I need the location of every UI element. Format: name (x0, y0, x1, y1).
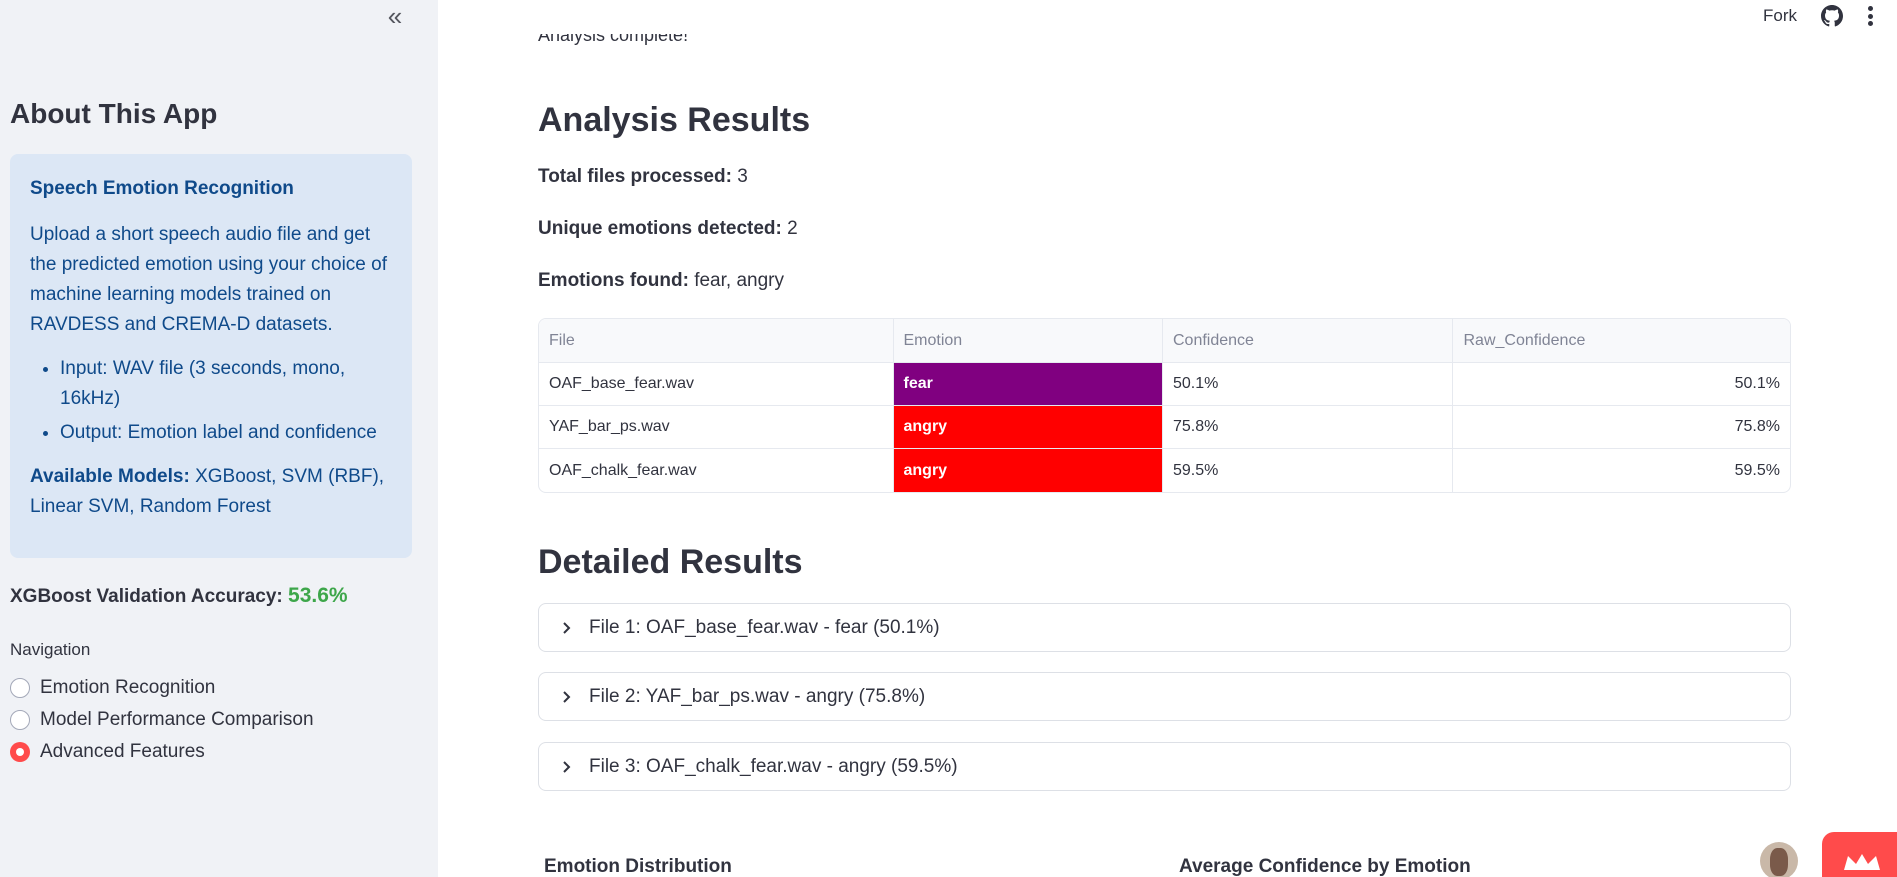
emotions-found-stat: Emotions found: fear, angry (538, 270, 784, 291)
nav-radio-advanced-features[interactable]: Advanced Features (10, 736, 314, 768)
avg-confidence-heading: Average Confidence by Emotion (1179, 856, 1471, 877)
top-toolbar: Fork (1763, 0, 1897, 32)
nav-radio-label: Model Performance Comparison (40, 709, 314, 730)
info-bullet-input: Input: WAV file (3 seconds, mono, 16kHz) (60, 354, 392, 414)
chevron-right-icon (563, 621, 571, 634)
info-bullet-output: Output: Emotion label and confidence (60, 418, 392, 448)
table-row: YAF_bar_ps.wav angry 75.8% 75.8% (539, 406, 1790, 449)
navigation-radio-group: Emotion Recognition Model Performance Co… (10, 672, 314, 768)
cell-raw-confidence[interactable]: 75.8% (1453, 406, 1790, 449)
nav-radio-label: Advanced Features (40, 741, 205, 762)
chevron-right-icon (563, 690, 571, 703)
cell-raw-confidence[interactable]: 50.1% (1453, 363, 1790, 406)
expander-label: File 1: OAF_base_fear.wav - fear (50.1%) (589, 616, 940, 638)
expander-label: File 3: OAF_chalk_fear.wav - angry (59.5… (589, 755, 958, 777)
unique-emotions-stat: Unique emotions detected: 2 (538, 218, 798, 239)
cell-confidence[interactable]: 75.8% (1162, 406, 1454, 449)
status-message: Analysis complete! (538, 34, 689, 45)
nav-radio-label: Emotion Recognition (40, 677, 216, 698)
cell-emotion[interactable]: angry (893, 406, 1163, 449)
crown-icon (1844, 854, 1880, 870)
expander-file-2[interactable]: File 2: YAF_bar_ps.wav - angry (75.8%) (538, 672, 1791, 721)
chevron-right-icon (563, 760, 571, 773)
info-models: Available Models: XGBoost, SVM (RBF), Li… (30, 462, 392, 522)
nav-radio-emotion-recognition[interactable]: Emotion Recognition (10, 672, 314, 704)
radio-unselected-icon[interactable] (10, 710, 30, 730)
cell-confidence[interactable]: 59.5% (1163, 449, 1454, 492)
table-row: OAF_base_fear.wav fear 50.1% 50.1% (539, 363, 1790, 406)
table-header-row: File Emotion Confidence Raw_Confidence (539, 319, 1790, 363)
fork-button[interactable]: Fork (1763, 6, 1797, 26)
cell-confidence[interactable]: 50.1% (1162, 363, 1454, 406)
cell-file[interactable]: OAF_base_fear.wav (539, 363, 894, 406)
detailed-results-heading: Detailed Results (538, 543, 803, 581)
models-label: Available Models: (30, 466, 190, 487)
accuracy-value: 53.6% (288, 584, 348, 607)
column-header-file[interactable]: File (539, 319, 894, 363)
sidebar-title: About This App (10, 98, 218, 129)
cell-raw-confidence[interactable]: 59.5% (1453, 449, 1790, 492)
results-table[interactable]: File Emotion Confidence Raw_Confidence O… (538, 318, 1791, 493)
emotion-distribution-heading: Emotion Distribution (544, 856, 732, 877)
column-header-confidence[interactable]: Confidence (1162, 319, 1454, 363)
radio-selected-icon[interactable] (10, 742, 30, 762)
navigation-label: Navigation (10, 640, 91, 659)
info-description: Upload a short speech audio file and get… (30, 224, 387, 335)
info-box: Speech Emotion Recognition Upload a shor… (10, 154, 412, 558)
nav-radio-model-performance[interactable]: Model Performance Comparison (10, 704, 314, 736)
cell-emotion[interactable]: fear (893, 363, 1163, 406)
analysis-results-heading: Analysis Results (538, 101, 811, 139)
table-row: OAF_chalk_fear.wav angry 59.5% 59.5% (539, 449, 1790, 492)
sidebar: « About This App Speech Emotion Recognit… (0, 0, 438, 877)
cell-emotion[interactable]: angry (893, 449, 1163, 492)
cell-file[interactable]: YAF_bar_ps.wav (539, 406, 894, 449)
info-title: Speech Emotion Recognition (30, 178, 294, 199)
info-bullets: Input: WAV file (3 seconds, mono, 16kHz)… (30, 354, 392, 448)
kebab-menu-icon[interactable] (1867, 6, 1873, 26)
expander-label: File 2: YAF_bar_ps.wav - angry (75.8%) (589, 685, 926, 707)
accuracy-metric: XGBoost Validation Accuracy: 53.6% (10, 584, 348, 608)
streamlit-badge[interactable] (1822, 832, 1897, 877)
accuracy-label: XGBoost Validation Accuracy: (10, 586, 289, 607)
total-files-stat: Total files processed: 3 (538, 166, 748, 187)
collapse-sidebar-icon[interactable]: « (380, 3, 406, 30)
radio-unselected-icon[interactable] (10, 678, 30, 698)
user-avatar[interactable] (1760, 842, 1798, 877)
expander-file-3[interactable]: File 3: OAF_chalk_fear.wav - angry (59.5… (538, 742, 1791, 791)
cell-file[interactable]: OAF_chalk_fear.wav (539, 449, 894, 492)
expander-file-1[interactable]: File 1: OAF_base_fear.wav - fear (50.1%) (538, 603, 1791, 652)
column-header-emotion[interactable]: Emotion (893, 319, 1163, 363)
github-icon[interactable] (1821, 5, 1843, 27)
column-header-raw-confidence[interactable]: Raw_Confidence (1453, 319, 1790, 363)
